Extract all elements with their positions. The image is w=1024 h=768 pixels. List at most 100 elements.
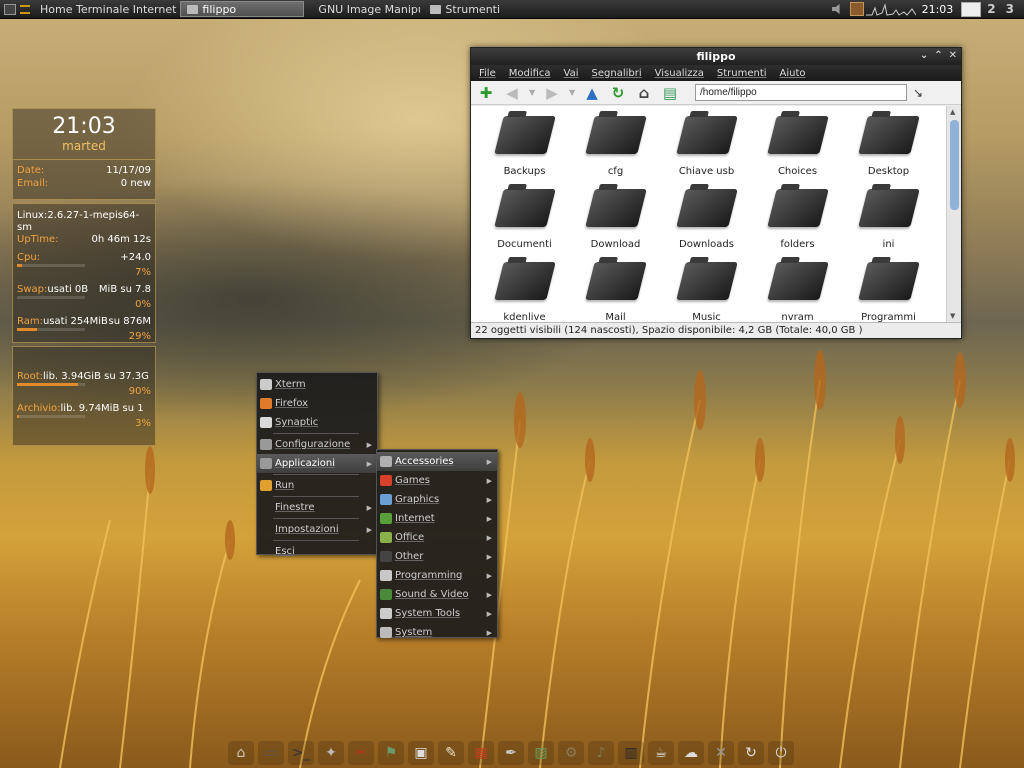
cloud-icon[interactable]: ☁ (678, 741, 704, 765)
folder-item[interactable]: Download (570, 185, 661, 258)
show-desktop-icon[interactable] (4, 3, 16, 15)
home-icon[interactable]: ⌂ (635, 84, 653, 102)
volume-icon[interactable] (831, 4, 840, 14)
monitor-icon[interactable]: ▣ (408, 741, 434, 765)
menu-item-finestre[interactable]: Finestre ▶ (257, 498, 377, 517)
notes-icon[interactable]: ✎ (438, 741, 464, 765)
apps-item-office[interactable]: Office ▶ (377, 528, 497, 547)
speaker-icon[interactable]: ♪ (588, 741, 614, 765)
folder-item[interactable]: Downloads (661, 185, 752, 258)
folder-item[interactable]: folders (752, 185, 843, 258)
menu-visualizza[interactable]: Visualizza (655, 68, 704, 79)
apps-item-graphics[interactable]: Graphics ▶ (377, 490, 497, 509)
minimize-icon[interactable]: ⌄ (920, 50, 928, 61)
office-icon[interactable]: ▦ (468, 741, 494, 765)
folder-icon (675, 116, 738, 154)
window-title: filippo (696, 50, 736, 63)
folder-icon (857, 116, 920, 154)
folder-item[interactable]: Documenti (479, 185, 570, 258)
menu-item-xterm[interactable]: Xterm (257, 375, 377, 394)
menu-item-applicazioni[interactable]: Applicazioni ▶ (257, 454, 377, 473)
folder-item[interactable]: Desktop (843, 112, 934, 185)
scroll-thumb[interactable] (950, 120, 959, 210)
forward-history-icon[interactable]: ▼ (569, 88, 577, 97)
menu-icon[interactable] (20, 4, 30, 14)
back-icon[interactable]: ◀ (503, 84, 521, 102)
home-icon[interactable]: ⌂ (228, 741, 254, 765)
back-history-icon[interactable]: ▼ (529, 88, 537, 97)
close-icon[interactable]: ✕ (949, 50, 957, 61)
taskbar-item-strumenti[interactable]: Strumenti (424, 1, 506, 17)
folder-item[interactable]: Mail (570, 258, 661, 322)
window-titlebar[interactable]: filippo ⌄ ⌃ ✕ (471, 48, 961, 65)
menu-file[interactable]: File (479, 68, 496, 79)
go-icon[interactable]: ↘ (913, 86, 929, 100)
menu-item-esci[interactable]: Esci (257, 542, 377, 561)
menu-item-label: System Tools (395, 608, 461, 619)
gamepad-icon[interactable]: ✦ (318, 741, 344, 765)
path-input[interactable] (695, 84, 907, 101)
taskbar-item-gimp[interactable]: GNU Image Manipul... (308, 1, 420, 17)
swap-total: MiB su 7.8 (98, 284, 151, 295)
menu-strumenti[interactable]: Strumenti (717, 68, 767, 79)
cup-icon[interactable]: ☕ (648, 741, 674, 765)
scroll-down-icon[interactable]: ▼ (950, 312, 955, 320)
scrollbar[interactable]: ▲ ▼ (946, 106, 961, 322)
folder-item[interactable]: Programmi (843, 258, 934, 322)
menu-aiuto[interactable]: Aiuto (780, 68, 806, 79)
apps-item-internet[interactable]: Internet ▶ (377, 509, 497, 528)
menu-item-impostazioni[interactable]: Impostazioni ▶ (257, 520, 377, 539)
workspace-3[interactable]: 3 (1006, 2, 1014, 16)
workspace-2[interactable]: 2 (987, 2, 995, 16)
folder-item[interactable]: nvram (752, 258, 843, 322)
folder-item[interactable]: Backups (479, 112, 570, 185)
folder-item[interactable]: cfg (570, 112, 661, 185)
workspace-1[interactable] (961, 1, 982, 17)
folder-item[interactable]: kdenlive (479, 258, 570, 322)
tools-icon[interactable]: ✂ (348, 741, 374, 765)
launchers[interactable]: Home Terminale Internet (40, 3, 176, 16)
forward-icon[interactable]: ▶ (543, 84, 561, 102)
file-view[interactable]: Backups cfg Chiave usb Choices Desktop Docume… (471, 106, 947, 322)
apps-item-system-tools[interactable]: System Tools ▶ (377, 604, 497, 623)
folder-item[interactable]: Chiave usb (661, 112, 752, 185)
maximize-icon[interactable]: ⌃ (934, 50, 942, 61)
folder-item[interactable]: Choices (752, 112, 843, 185)
apps-item-programming[interactable]: Programming ▶ (377, 566, 497, 585)
menu-item-run[interactable]: Run (257, 476, 377, 495)
reload-icon[interactable]: ↻ (609, 84, 627, 102)
menu-vai[interactable]: Vai (564, 68, 579, 79)
scroll-up-icon[interactable]: ▲ (950, 108, 955, 116)
film-icon[interactable]: ▥ (618, 741, 644, 765)
folder-item[interactable]: Music (661, 258, 752, 322)
up-icon[interactable]: ▲ (583, 84, 601, 102)
apps-item-games[interactable]: Games ▶ (377, 471, 497, 490)
menu-item-synaptic[interactable]: Synaptic (257, 413, 377, 432)
panel-icon[interactable]: ▭ (258, 741, 284, 765)
apps-item-accessories[interactable]: Accessories ▶ (377, 452, 497, 471)
new-tab-icon[interactable]: ✚ (477, 84, 495, 102)
run-icon (260, 480, 272, 491)
panel-clock[interactable]: 21:03 (922, 3, 954, 16)
apps-item-other[interactable]: Other ▶ (377, 547, 497, 566)
computer-icon[interactable]: ▤ (661, 84, 679, 102)
folder-label: Music (692, 312, 721, 322)
terminal-icon[interactable]: >_ (288, 741, 314, 765)
network-icon[interactable]: ⚑ (378, 741, 404, 765)
wrench-icon[interactable]: ✕ (708, 741, 734, 765)
network-icon[interactable] (849, 2, 864, 16)
image-icon[interactable]: ▨ (528, 741, 554, 765)
apps-item-sound-video[interactable]: Sound & Video ▶ (377, 585, 497, 604)
taskbar-item-filippo[interactable]: filippo (180, 1, 305, 17)
archivio-value: lib. 9.74MiB su 1 (60, 403, 144, 414)
power-icon[interactable]: ⏻ (768, 741, 794, 765)
menu-modifica[interactable]: Modifica (509, 68, 551, 79)
refresh-icon[interactable]: ↻ (738, 741, 764, 765)
folder-item[interactable]: ini (843, 185, 934, 258)
menu-item-configurazione[interactable]: Configurazione ▶ (257, 435, 377, 454)
apps-item-system[interactable]: System ▶ (377, 623, 497, 642)
settings-icon[interactable]: ⚙ (558, 741, 584, 765)
menu-segnalibri[interactable]: Segnalibri (592, 68, 642, 79)
pen-icon[interactable]: ✒ (498, 741, 524, 765)
menu-item-firefox[interactable]: Firefox (257, 394, 377, 413)
